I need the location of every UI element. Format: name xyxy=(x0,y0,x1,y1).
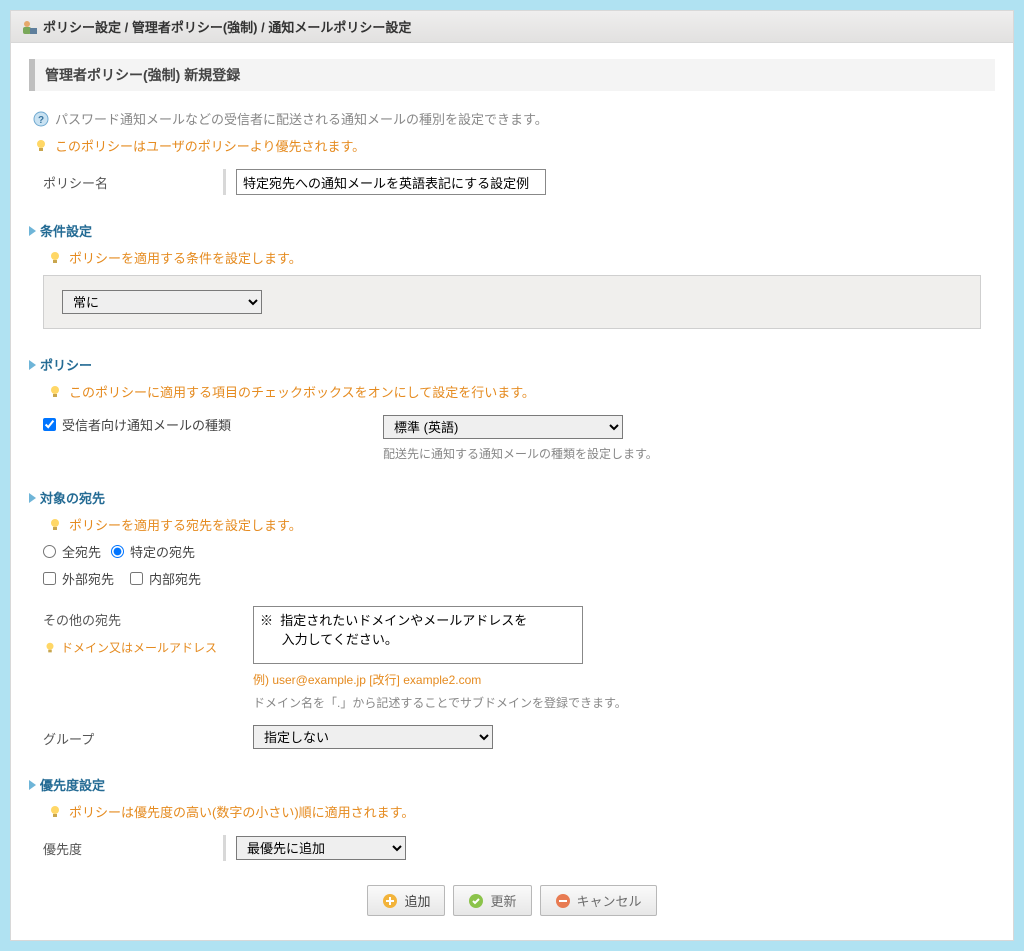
breadcrumb: ポリシー設定 / 管理者ポリシー(強制) / 通知メールポリシー設定 xyxy=(43,17,411,36)
condition-tip-text: ポリシーを適用する条件を設定します。 xyxy=(69,248,302,267)
policy-tip-row: このポリシーに適用する項目のチェックボックスをオンにして設定を行います。 xyxy=(43,382,995,401)
breadcrumb-bar: ポリシー設定 / 管理者ポリシー(強制) / 通知メールポリシー設定 xyxy=(11,11,1013,43)
svg-text:?: ? xyxy=(38,115,44,126)
mail-type-desc: 配送先に通知する通知メールの種類を設定します。 xyxy=(383,445,658,462)
info-text: パスワード通知メールなどの受信者に配送される通知メールの種別を設定できます。 xyxy=(55,109,548,128)
mail-type-select[interactable]: 標準 (英語) xyxy=(383,415,623,439)
page-content: 管理者ポリシー(強制) 新規登録 ? パスワード通知メールなどの受信者に配送され… xyxy=(11,43,1013,940)
button-bar: 追加 更新 キャンセル xyxy=(29,885,995,916)
lightbulb-icon xyxy=(47,250,63,266)
field-divider xyxy=(223,169,226,195)
triangle-icon xyxy=(29,226,36,236)
lightbulb-icon xyxy=(47,384,63,400)
policy-item-row: 受信者向け通知メールの種類 標準 (英語) 配送先に通知する通知メールの種類を設… xyxy=(43,415,995,462)
priority-section-tip-text: ポリシーは優先度の高い(数字の小さい)順に適用されます。 xyxy=(69,802,414,821)
example-desc: ドメイン名を「.」から記述することでサブドメインを登録できます。 xyxy=(253,694,627,711)
target-tip-text: ポリシーを適用する宛先を設定します。 xyxy=(69,515,302,534)
priority-tip-row: このポリシーはユーザのポリシーより優先されます。 xyxy=(29,136,995,155)
cancel-button[interactable]: キャンセル xyxy=(540,885,657,916)
example-text: 例) user@example.jp [改行] example2.com xyxy=(253,671,627,688)
lightbulb-icon xyxy=(47,804,63,820)
section-priority-title: 優先度設定 xyxy=(29,775,995,794)
target-radio-row: 全宛先 特定の宛先 xyxy=(43,538,995,565)
section-policy-title: ポリシー xyxy=(29,355,995,374)
target-tip-row: ポリシーを適用する宛先を設定します。 xyxy=(43,515,995,534)
priority-tip-text: このポリシーはユーザのポリシーより優先されます。 xyxy=(55,136,365,155)
radio-specific-label: 特定の宛先 xyxy=(130,542,195,561)
condition-box: 常に xyxy=(43,275,981,329)
page-title: 管理者ポリシー(強制) 新規登録 xyxy=(29,59,995,91)
lightbulb-icon xyxy=(47,517,63,533)
policy-name-input[interactable] xyxy=(236,169,546,195)
info-icon: ? xyxy=(33,111,49,127)
lightbulb-icon xyxy=(43,641,57,655)
other-recipient-textarea[interactable] xyxy=(253,606,583,664)
update-button[interactable]: 更新 xyxy=(453,885,531,916)
group-row: グループ 指定しない xyxy=(43,725,995,749)
priority-label: 優先度 xyxy=(43,835,223,858)
lightbulb-icon xyxy=(33,138,49,154)
field-divider xyxy=(223,835,226,861)
radio-all-label: 全宛先 xyxy=(62,542,101,561)
policy-header-icon xyxy=(21,19,37,35)
info-row: ? パスワード通知メールなどの受信者に配送される通知メールの種別を設定できます。 xyxy=(29,109,995,128)
check-circle-icon xyxy=(468,893,484,909)
recipient-mail-type-label: 受信者向け通知メールの種類 xyxy=(62,415,231,434)
checkbox-internal-label: 内部宛先 xyxy=(149,569,201,588)
plus-circle-icon xyxy=(382,893,398,909)
minus-circle-icon xyxy=(555,893,571,909)
checkbox-external[interactable] xyxy=(43,572,56,585)
group-select[interactable]: 指定しない xyxy=(253,725,493,749)
page-container: ポリシー設定 / 管理者ポリシー(強制) / 通知メールポリシー設定 管理者ポリ… xyxy=(10,10,1014,941)
priority-row: 優先度 最優先に追加 xyxy=(43,835,995,861)
domain-hint-label: ドメイン又はメールアドレス xyxy=(61,639,217,656)
triangle-icon xyxy=(29,780,36,790)
radio-specific-recipients[interactable] xyxy=(111,545,124,558)
triangle-icon xyxy=(29,360,36,370)
section-target-title: 対象の宛先 xyxy=(29,488,995,507)
checkbox-external-label: 外部宛先 xyxy=(62,569,114,588)
target-check-row: 外部宛先 内部宛先 xyxy=(43,565,995,592)
condition-tip-row: ポリシーを適用する条件を設定します。 xyxy=(43,248,995,267)
priority-select[interactable]: 最優先に追加 xyxy=(236,836,406,860)
priority-section-tip-row: ポリシーは優先度の高い(数字の小さい)順に適用されます。 xyxy=(43,802,995,821)
policy-name-label: ポリシー名 xyxy=(43,169,223,192)
group-label: グループ xyxy=(43,725,253,748)
policy-tip-text: このポリシーに適用する項目のチェックボックスをオンにして設定を行います。 xyxy=(69,382,535,401)
condition-select[interactable]: 常に xyxy=(62,290,262,314)
other-recipient-label: その他の宛先 xyxy=(43,610,253,629)
triangle-icon xyxy=(29,493,36,503)
other-recipient-row: その他の宛先 ドメイン又はメールアドレス 例) user@example.jp … xyxy=(43,606,995,711)
policy-name-row: ポリシー名 xyxy=(43,169,995,195)
recipient-mail-type-checkbox[interactable] xyxy=(43,418,56,431)
add-button[interactable]: 追加 xyxy=(367,885,445,916)
section-condition-title: 条件設定 xyxy=(29,221,995,240)
radio-all-recipients[interactable] xyxy=(43,545,56,558)
checkbox-internal[interactable] xyxy=(130,572,143,585)
